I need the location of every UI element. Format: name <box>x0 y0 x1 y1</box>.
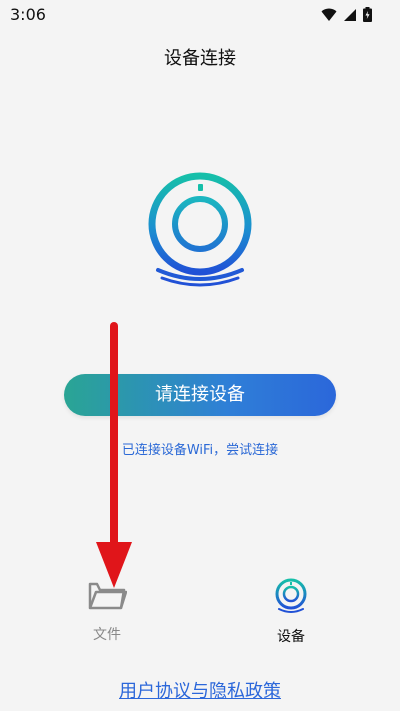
signal-icon <box>343 7 357 26</box>
battery-icon <box>363 7 372 26</box>
wifi-connected-hint[interactable]: 已连接设备WiFi，尝试连接 <box>0 439 400 458</box>
status-icons <box>321 7 372 26</box>
device-icon <box>246 578 336 618</box>
folder-icon <box>62 578 152 616</box>
annotation-arrow <box>96 322 132 588</box>
tab-files[interactable]: 文件 <box>62 578 152 644</box>
page-title: 设备连接 <box>164 48 236 69</box>
user-agreement-privacy-link[interactable]: 用户协议与隐私政策 <box>0 677 400 703</box>
status-bar: 3:06 <box>0 0 400 28</box>
camera-device-icon <box>138 170 262 292</box>
tab-files-label: 文件 <box>93 627 121 643</box>
tab-device[interactable]: 设备 <box>246 578 336 646</box>
wifi-icon <box>321 7 337 26</box>
tab-device-label: 设备 <box>277 629 305 645</box>
connect-device-button[interactable]: 请连接设备 <box>64 374 336 416</box>
status-time: 3:06 <box>10 5 46 24</box>
